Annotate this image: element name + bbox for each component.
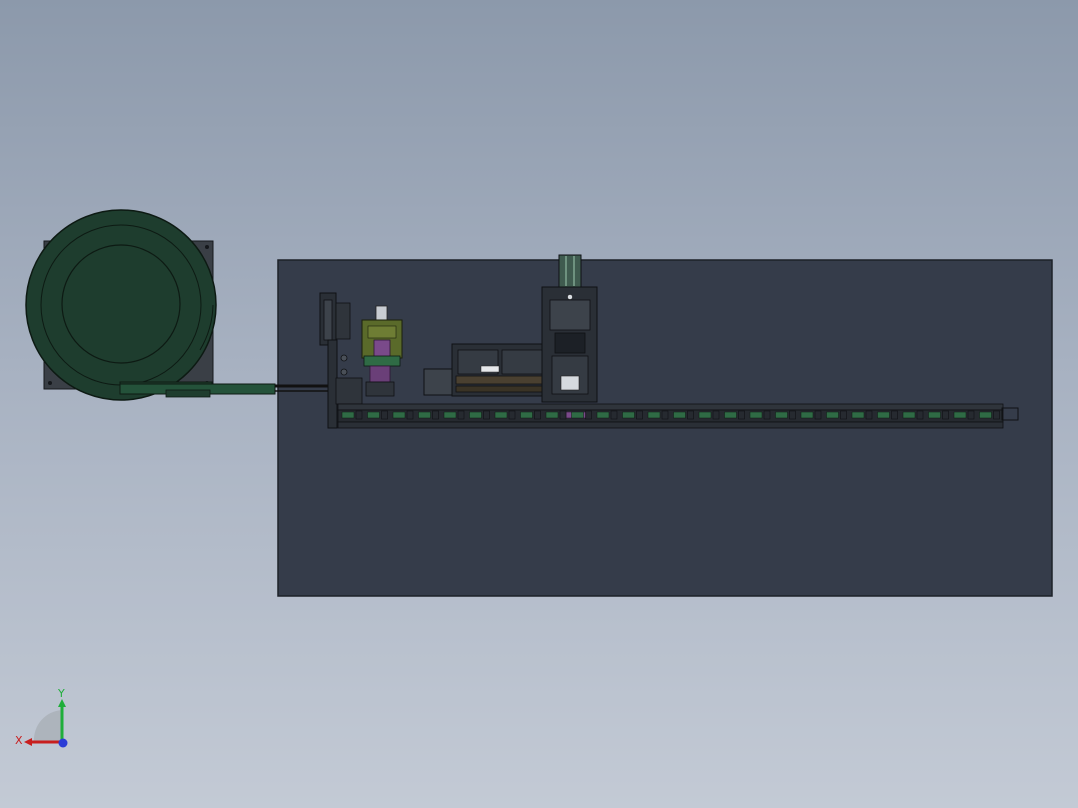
conveyor-carrier — [800, 411, 814, 419]
conveyor-carrier — [979, 411, 992, 419]
conveyor-carrier — [494, 411, 508, 419]
station-rail-lower — [455, 385, 549, 393]
conveyor-carrier — [673, 411, 686, 419]
conveyor-carrier — [392, 411, 406, 419]
station-label-plate — [480, 365, 500, 373]
conveyor-carrier — [902, 411, 916, 419]
triad-y-label: Y — [57, 687, 65, 700]
triad-x-arrow — [24, 738, 32, 746]
conveyor-carrier — [418, 411, 431, 419]
model-view[interactable] — [0, 0, 1078, 808]
frame-block — [335, 302, 351, 340]
bowl-bolt — [48, 381, 52, 385]
frame-fastener — [340, 354, 348, 362]
conveyor-carrier — [341, 411, 355, 419]
station-rail — [455, 375, 549, 385]
conveyor-top — [337, 403, 1004, 411]
purple-nozzle — [369, 365, 391, 383]
conveyor-carrier — [928, 411, 941, 419]
frame-post-inner — [323, 299, 333, 341]
conveyor-carrier — [443, 411, 457, 419]
motor-block — [423, 368, 455, 396]
conveyor-rail[interactable] — [337, 403, 1019, 429]
gantry-window — [560, 375, 580, 391]
gantry-column — [558, 254, 582, 288]
conveyor-carrier — [469, 411, 482, 419]
frame-fastener — [340, 368, 348, 376]
vibratory-bowl-feeder[interactable] — [25, 209, 217, 401]
conveyor-carrier — [775, 411, 788, 419]
bowl-bolt — [205, 245, 209, 249]
station-panel — [501, 349, 547, 375]
conveyor-carrier — [571, 411, 584, 419]
module-plate-inner — [367, 325, 397, 339]
conveyor-carrier — [851, 411, 865, 419]
conveyor-carrier — [877, 411, 890, 419]
triad-z-origin — [58, 738, 68, 748]
conveyor-carrier — [545, 411, 559, 419]
purple-gripper — [373, 339, 391, 359]
conveyor-carrier — [724, 411, 737, 419]
frame-foot — [335, 377, 363, 405]
conveyor-carrier — [953, 411, 967, 419]
bowl-inner — [61, 244, 181, 364]
conveyor-carrier — [622, 411, 635, 419]
gantry-plate — [549, 299, 591, 331]
gantry-slider — [554, 332, 586, 354]
conveyor-carrier — [826, 411, 839, 419]
conveyor-carrier — [367, 411, 380, 419]
module-base — [365, 381, 395, 397]
coordinate-triad: X Y — [14, 686, 76, 756]
triad-y-arrow — [58, 699, 66, 707]
conveyor-carrier — [596, 411, 610, 419]
triad-x-label: X — [15, 734, 23, 747]
graphics-viewport[interactable]: X Y — [0, 0, 1078, 808]
conveyor-carrier — [698, 411, 712, 419]
chute-bracket — [165, 389, 211, 398]
gantry-fastener — [567, 294, 573, 300]
triad-shadow — [33, 710, 62, 742]
green-block — [363, 355, 401, 367]
conveyor-bottom — [337, 421, 1004, 429]
conveyor-carrier — [749, 411, 763, 419]
cylinder-head — [375, 305, 388, 321]
conveyor-carrier — [647, 411, 661, 419]
conveyor-carrier — [520, 411, 533, 419]
